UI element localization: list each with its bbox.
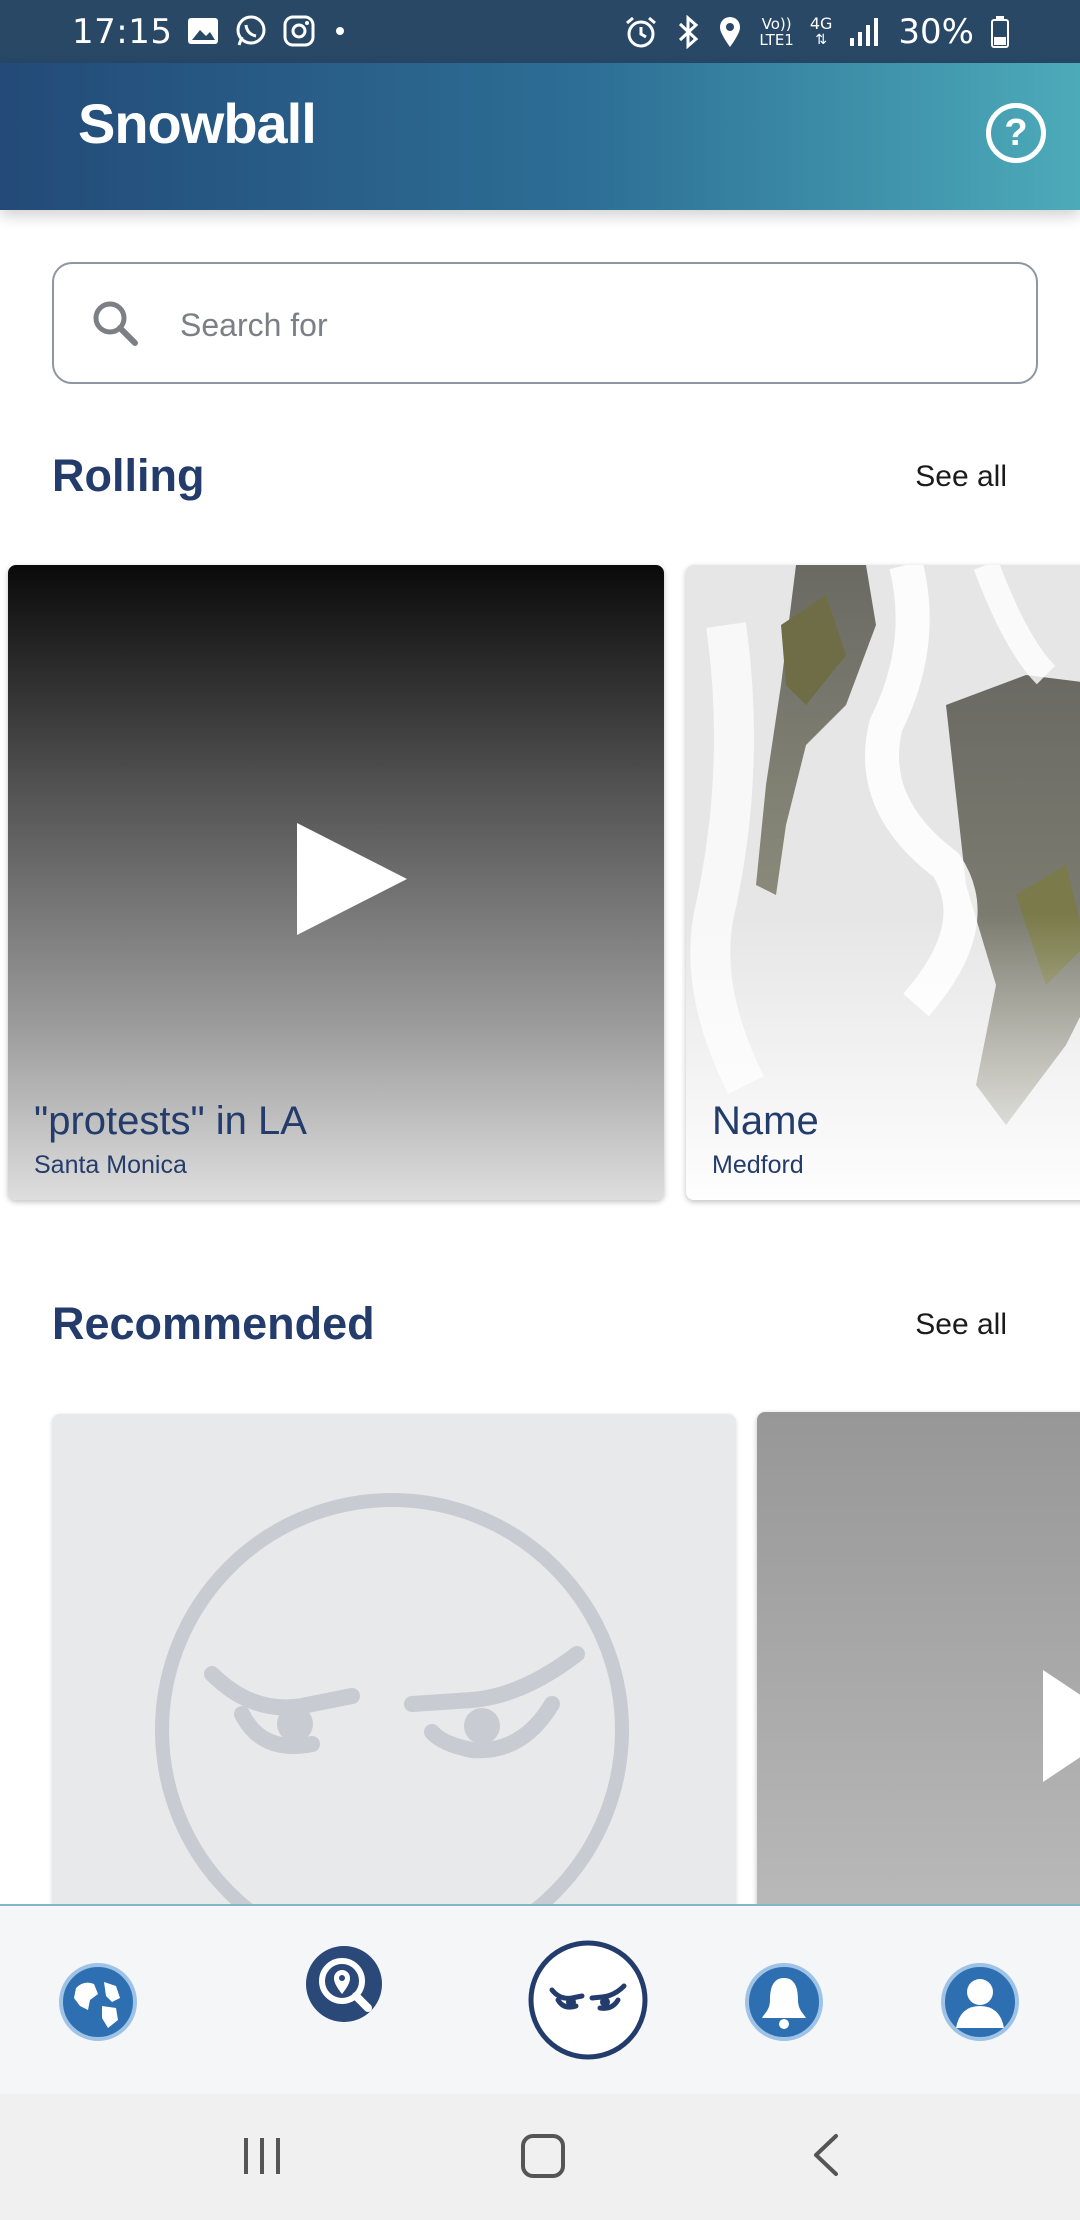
dot-icon	[336, 27, 344, 35]
globe-icon[interactable]	[58, 1962, 138, 2042]
card-location: Santa Monica	[34, 1151, 187, 1179]
volte-icon: Vo)) LTE1	[759, 16, 793, 48]
instagram-icon	[283, 15, 315, 47]
logo-text: Snowball	[78, 92, 317, 155]
signal-icon	[850, 18, 879, 46]
card-title: "protests" in LA	[34, 1099, 307, 1143]
back-icon[interactable]	[806, 2130, 846, 2180]
card-location: Medford	[712, 1151, 804, 1179]
recommended-title: Recommended	[52, 1298, 375, 1349]
battery-icon	[991, 16, 1009, 48]
4g-icon: 4G ⇅	[809, 14, 833, 49]
search-input[interactable]	[178, 294, 1002, 356]
alarm-icon	[626, 16, 657, 48]
rolling-card-video[interactable]: "protests" in LA Santa Monica	[8, 565, 664, 1200]
home-icon[interactable]	[520, 2130, 566, 2180]
play-icon[interactable]	[291, 819, 411, 939]
rolling-card-photo[interactable]: Name Medford	[686, 565, 1080, 1200]
snowball-face-icon[interactable]	[528, 1940, 648, 2060]
lte-label: LTE1	[759, 31, 794, 49]
search-icon	[93, 301, 138, 346]
4g-label: 4G	[809, 14, 833, 33]
recommended-card-placeholder[interactable]	[52, 1414, 736, 1914]
gallery-icon	[188, 18, 218, 44]
app-header: Snowball ?	[0, 63, 1080, 210]
status-time: 17:15	[72, 12, 173, 52]
bell-icon[interactable]	[744, 1962, 824, 2042]
bottom-navigation	[0, 1904, 1080, 2096]
recent-apps-icon[interactable]	[240, 2130, 284, 2180]
snowball-logo[interactable]: Snowball	[78, 91, 317, 156]
card-title: Name	[712, 1099, 819, 1143]
status-notification-icons	[186, 14, 350, 48]
rolling-title: Rolling	[52, 450, 205, 501]
status-bar: 17:15 Vo)) LTE1 4G ⇅ 30%	[0, 0, 1080, 63]
search-bar[interactable]	[52, 262, 1038, 384]
volte-label: Vo))	[761, 15, 792, 33]
whatsapp-icon	[236, 15, 266, 46]
recommended-see-all-link[interactable]: See all	[915, 1308, 1007, 1342]
rolling-see-all-link[interactable]: See all	[915, 460, 1007, 494]
snowball-face-placeholder-icon	[155, 1493, 629, 1914]
system-navigation-bar	[0, 2094, 1080, 2220]
help-icon: ?	[1004, 112, 1028, 154]
bluetooth-icon	[679, 15, 699, 49]
help-button[interactable]: ?	[986, 103, 1046, 163]
battery-percentage: 30%	[898, 12, 974, 52]
play-icon[interactable]	[1037, 1666, 1080, 1786]
profile-icon[interactable]	[940, 1962, 1020, 2042]
location-icon	[720, 17, 741, 47]
search-location-icon[interactable]	[304, 1944, 384, 2024]
status-system-icons: Vo)) LTE1 4G ⇅ 30%	[623, 12, 1010, 52]
recommended-card-video[interactable]	[757, 1412, 1080, 1914]
